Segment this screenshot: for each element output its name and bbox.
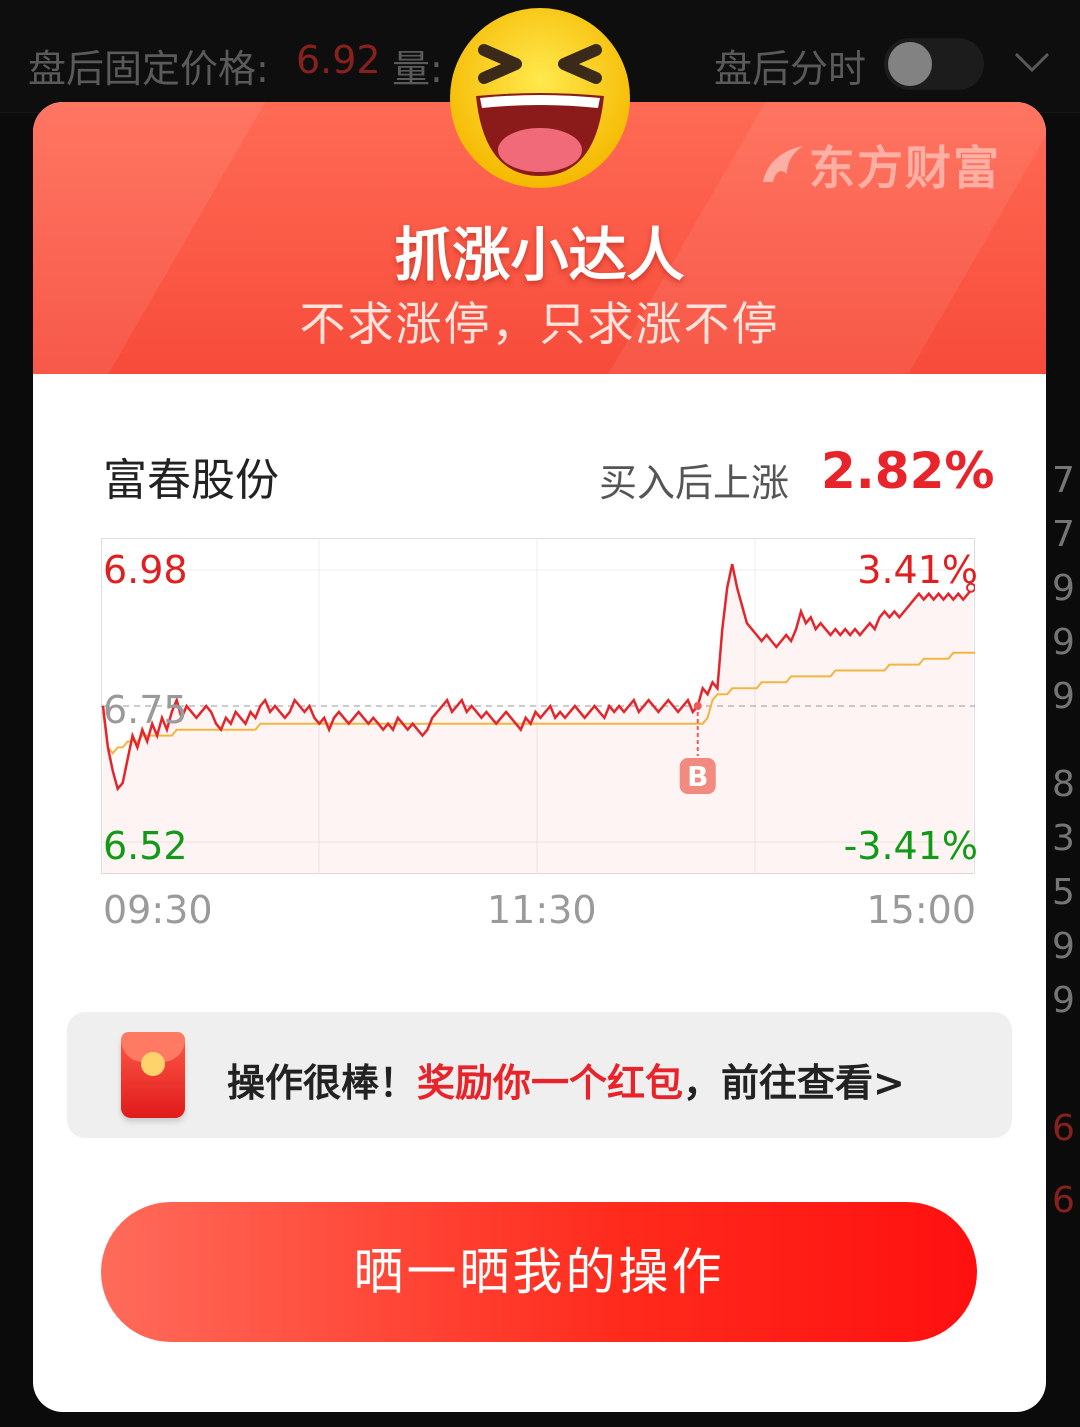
brand-flame-icon <box>763 146 803 182</box>
pct-high-label: 3.41% <box>857 548 978 592</box>
reward-suffix: ，前往查看> <box>683 1061 905 1105</box>
x-tick-close: 15:00 <box>866 888 976 932</box>
reward-highlight: 奖励你一个红包 <box>417 1061 684 1105</box>
gain-value: 2.82% <box>821 442 995 500</box>
x-tick-open: 09:30 <box>103 888 213 932</box>
y-high-label: 6.98 <box>103 548 188 592</box>
brand-name: 东方财富 <box>809 141 1001 195</box>
laughing-emoji-icon <box>450 8 630 188</box>
share-operation-button[interactable]: 晒一晒我的操作 <box>101 1202 977 1342</box>
red-packet-reward-banner[interactable]: 操作很棒！奖励你一个红包，前往查看> <box>67 1012 1012 1138</box>
gain-label: 买入后上涨 <box>599 461 790 505</box>
reward-prefix: 操作很棒！ <box>227 1061 418 1105</box>
buy-point <box>693 702 702 710</box>
reward-text[interactable]: 操作很棒！奖励你一个红包，前往查看> <box>227 1052 905 1107</box>
brand-logo: 东方财富 <box>757 132 1001 198</box>
x-tick-midday: 11:30 <box>487 888 597 932</box>
modal-subtitle: 不求涨停，只求涨不停 <box>299 297 780 351</box>
y-mid-label: 6.75 <box>103 688 188 732</box>
modal-title: 抓涨小达人 <box>394 221 685 289</box>
pct-low-label: -3.41% <box>843 824 978 868</box>
red-envelope-icon <box>121 1032 185 1118</box>
buy-marker-label: B <box>687 760 708 793</box>
achievement-modal: 东方财富 抓涨小达人 不求涨停，只求涨不停 富春股份 买入后上涨 2.82% B… <box>33 102 1046 1412</box>
y-low-label: 6.52 <box>103 824 188 868</box>
stock-name: 富春股份 <box>103 455 279 506</box>
